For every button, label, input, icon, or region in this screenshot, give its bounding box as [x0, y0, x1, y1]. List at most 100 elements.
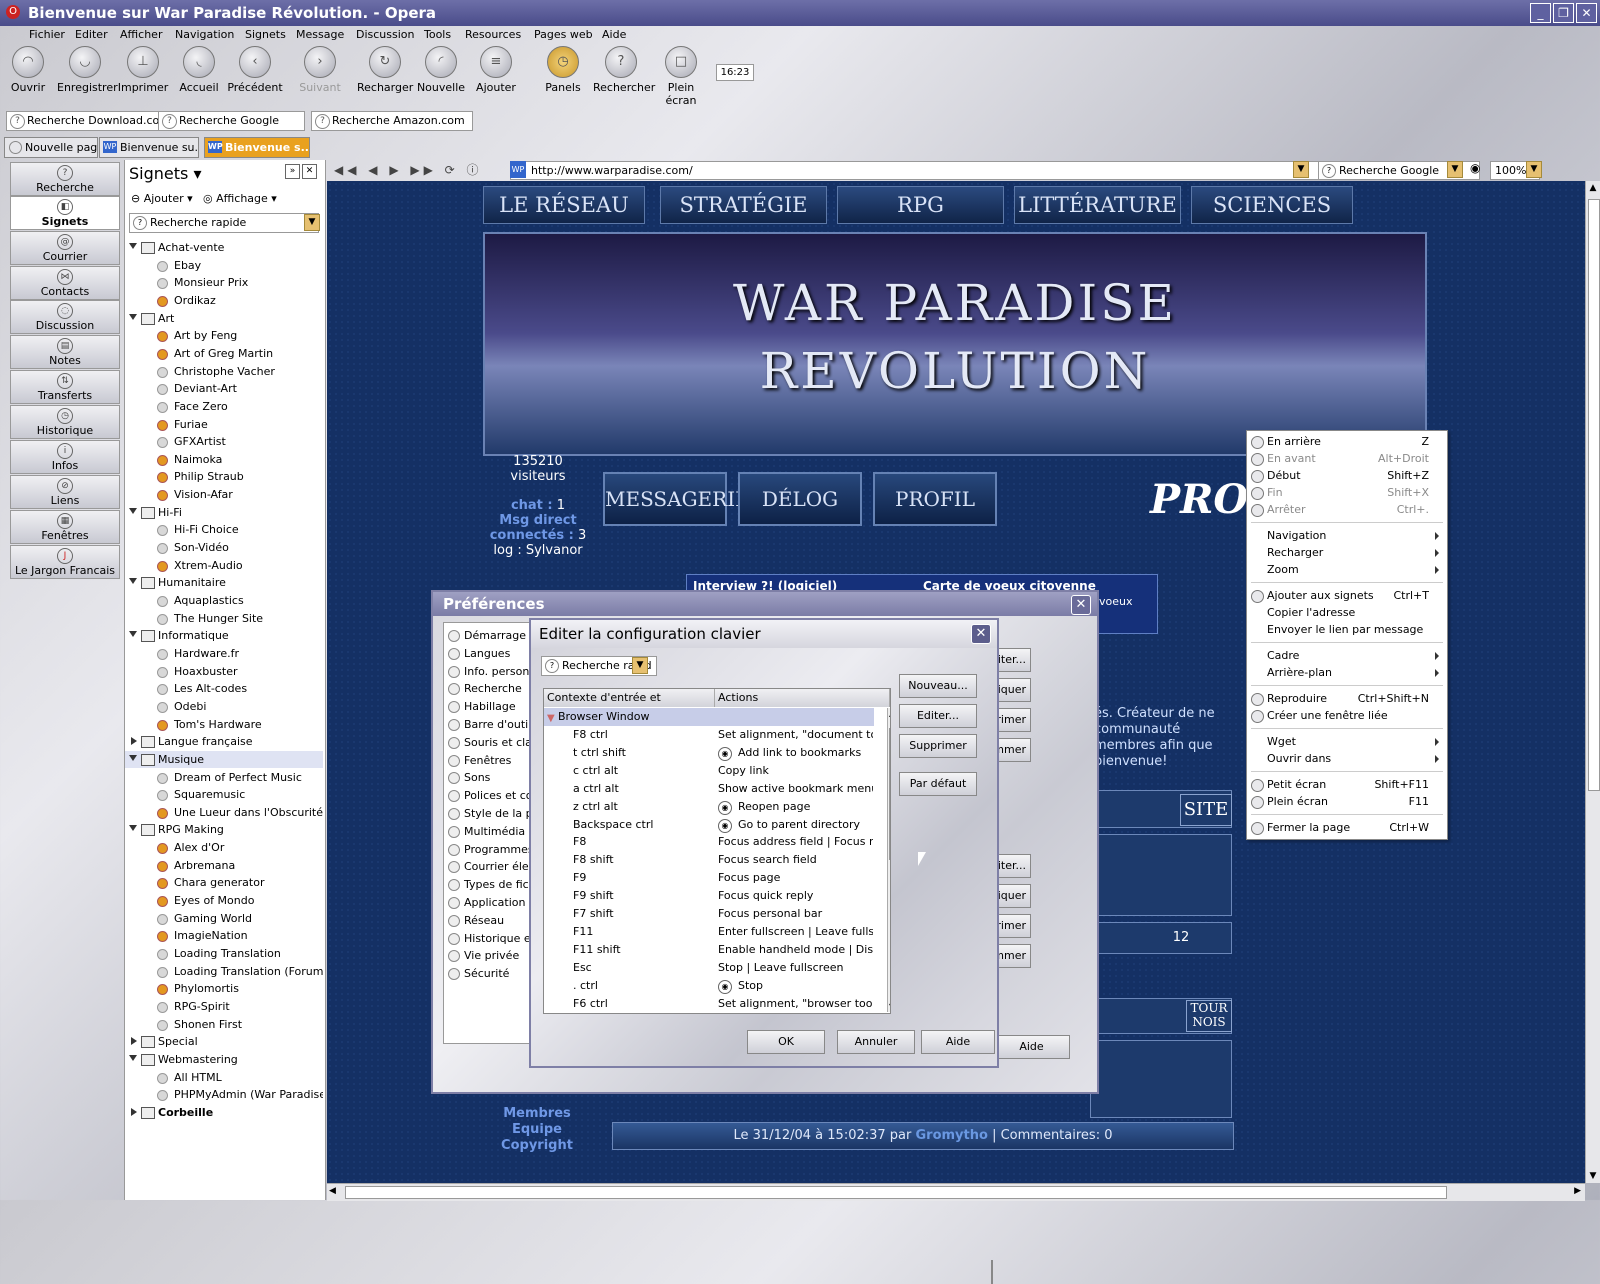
bookmark-item[interactable]: Dream of Perfect Music — [125, 769, 323, 786]
vertical-scroll-thumb[interactable] — [1588, 199, 1600, 791]
scroll-right-icon[interactable]: ▶ — [1574, 1186, 1581, 1196]
pref-category-demarrage-e[interactable]: Démarrage e — [444, 627, 536, 645]
menu-aide[interactable]: Aide — [602, 28, 626, 41]
folder-open-icon[interactable] — [129, 825, 137, 832]
pref-category-habillage[interactable]: Habillage — [444, 698, 516, 716]
pref-category-style-de-la-pa[interactable]: Style de la pa — [444, 805, 539, 823]
folder-open-icon[interactable] — [129, 754, 137, 761]
pref-category-sons[interactable]: Sons — [444, 769, 490, 787]
save-button[interactable]: ◡ Enregistrer — [57, 46, 118, 94]
pref-category-recherche[interactable]: Recherche — [444, 680, 522, 698]
shortcut-row[interactable]: F9 Focus page — [544, 869, 874, 887]
scroll-left-icon[interactable]: ◀ — [329, 1186, 336, 1196]
shortcut-row[interactable]: F7 shift Focus personal bar — [544, 905, 874, 923]
site-delog-button[interactable]: DÉLOG — [738, 472, 862, 526]
bookmark-item[interactable]: Loading Translation — [125, 945, 323, 962]
bookmark-folder[interactable]: Langue française — [125, 733, 323, 750]
pref-category-polices-et-cou[interactable]: Polices et cou — [444, 787, 539, 805]
bookmark-item[interactable]: Aquaplastics — [125, 592, 323, 609]
bookmark-item[interactable]: Les Alt-codes — [125, 680, 323, 697]
context-item-arriere-plan[interactable]: Arrière-plan — [1247, 664, 1447, 681]
context-item-fin[interactable]: Fin Shift+X — [1247, 484, 1447, 501]
bookmark-folder[interactable]: Humanitaire — [125, 574, 323, 591]
pref-category-programmes[interactable]: Programmes — [444, 841, 534, 859]
bookmark-item[interactable]: Furiae — [125, 416, 323, 433]
panel-signets[interactable]: ◧ Signets — [10, 196, 120, 230]
shortcut-scroll-up-icon[interactable]: ▲ — [889, 709, 890, 718]
context-item-reproduire[interactable]: Reproduire Ctrl+Shift+N — [1247, 690, 1447, 707]
close-window-button[interactable]: ✕ — [1576, 3, 1597, 23]
shortcut-row[interactable]: c ctrl alt Copy link — [544, 762, 874, 780]
bookmark-quick-search[interactable]: ? Recherche rapide — [129, 213, 319, 233]
panels-button[interactable]: ◷ Panels — [535, 46, 591, 94]
context-item-recharger[interactable]: Recharger — [1247, 544, 1447, 561]
context-item-zoom[interactable]: Zoom — [1247, 561, 1447, 578]
context-item-ouvrir-dans[interactable]: Ouvrir dans — [1247, 750, 1447, 767]
horizontal-scrollbar[interactable]: ◀ ▶ — [327, 1183, 1585, 1201]
bookmark-folder[interactable]: RPG Making — [125, 821, 323, 838]
pref-category-types-de-fich[interactable]: Types de fich — [444, 876, 536, 894]
new-page-button[interactable]: ◜ Nouvelle — [413, 46, 469, 94]
context-item-petit-ecran[interactable]: Petit écran Shift+F11 — [1247, 776, 1447, 793]
bookmark-item[interactable]: Xtrem-Audio — [125, 557, 323, 574]
bookmark-folder[interactable]: Achat-vente — [125, 239, 323, 256]
bookmark-folder[interactable]: Special — [125, 1033, 323, 1050]
context-item-plein-ecran[interactable]: Plein écran F11 — [1247, 793, 1447, 810]
pref-aide-button[interactable]: Aide — [993, 1035, 1070, 1059]
context-item-copier-l-adresse[interactable]: Copier l'adresse — [1247, 604, 1447, 621]
reload-button[interactable]: ↻ Recharger — [357, 46, 413, 94]
pref-category-application-pa[interactable]: Application pa — [444, 894, 543, 912]
pref-category-reseau[interactable]: Réseau — [444, 912, 504, 930]
panel-historique[interactable]: ◷ Historique — [10, 405, 120, 439]
quick-search-dropdown-icon[interactable]: ▼ — [304, 214, 320, 231]
shortcut-row[interactable]: F8 ctrl Set alignment, "document too... — [544, 726, 874, 744]
site-nav-litterature[interactable]: LITTÉRATURE — [1014, 186, 1181, 224]
folder-closed-icon[interactable] — [131, 1107, 137, 1116]
shortcut-row[interactable]: t ctrl shift ◉ Add link to bookmarks — [544, 744, 874, 762]
pref-category-vie-privee[interactable]: Vie privée — [444, 947, 519, 965]
shortcut-row[interactable]: F6 ctrl Set alignment, "browser toolb... — [544, 995, 874, 1013]
keyboard-config-close-button[interactable]: ✕ — [971, 624, 991, 644]
context-item-navigation[interactable]: Navigation — [1247, 527, 1447, 544]
bookmark-item[interactable]: Shonen First — [125, 1016, 323, 1033]
panel-transferts[interactable]: ⇅ Transferts — [10, 370, 120, 404]
add-bookmark-button[interactable]: ≡ Ajouter — [468, 46, 524, 94]
nav-mini-buttons[interactable]: ◀◀ ◀ ▶ ▶▶ ⟳ ⓘ — [334, 161, 483, 178]
search-google-field[interactable]: ? Recherche Google — [158, 111, 305, 131]
column-header-actions[interactable]: Actions — [715, 689, 890, 707]
group-row[interactable]: ▼ Browser Window — [544, 708, 874, 726]
bookmark-item[interactable]: Gaming World — [125, 910, 323, 927]
open-button[interactable]: ◠ Ouvrir — [0, 46, 56, 94]
shortcut-row[interactable]: F8 shift Focus search field — [544, 851, 874, 869]
shortcut-scroll-thumb[interactable] — [889, 728, 890, 860]
folder-open-icon[interactable] — [129, 313, 137, 320]
shortcut-row[interactable]: F11 shift Enable handheld mode | Disa... — [544, 941, 874, 959]
search-button[interactable]: ? Rechercher — [593, 46, 655, 94]
context-item-wget[interactable]: Wget — [1247, 733, 1447, 750]
bookmark-item[interactable]: GFXArtist — [125, 433, 323, 450]
kbd-ok-button[interactable]: OK — [747, 1030, 825, 1054]
shortcut-row[interactable]: . ctrl ◉ Stop — [544, 977, 874, 995]
tab-bienvenue-1[interactable]: WP Bienvenue su... — [99, 137, 199, 158]
kbd-par-defaut-button[interactable]: Par défaut — [899, 772, 977, 796]
credit-copyright[interactable]: Copyright — [492, 1138, 582, 1154]
pref-category-fenetres[interactable]: Fenêtres — [444, 752, 511, 770]
bookmark-item[interactable]: Chara generator — [125, 874, 323, 891]
menu-resources[interactable]: Resources — [465, 28, 521, 41]
bookmark-folder[interactable]: Informatique — [125, 627, 323, 644]
pref-category-souris-et-clav[interactable]: Souris et clav — [444, 734, 538, 752]
bookmark-folder[interactable]: Musique — [125, 750, 323, 768]
bookmark-item[interactable]: Christophe Vacher — [125, 363, 323, 380]
maximize-button[interactable]: ❐ — [1553, 3, 1574, 23]
bookmark-item[interactable]: Vision-Afar — [125, 486, 323, 503]
shortcut-row[interactable]: z ctrl alt ◉ Reopen page — [544, 798, 874, 816]
pref-category-barre-d-outils[interactable]: Barre d'outils — [444, 716, 537, 734]
kbd-aide-button[interactable]: Aide — [921, 1030, 995, 1054]
context-item-creer-une-fenetre-liee[interactable]: Créer une fenêtre liée — [1247, 707, 1447, 724]
folder-closed-icon[interactable] — [131, 737, 137, 746]
bookmark-item[interactable]: Art by Feng — [125, 327, 323, 344]
bookmark-item[interactable]: Odebi — [125, 698, 323, 715]
kbd-nouveau-button[interactable]: Nouveau... — [899, 674, 977, 698]
bookmark-item[interactable]: Art of Greg Martin — [125, 345, 323, 362]
site-label[interactable]: SITE — [1180, 794, 1232, 826]
